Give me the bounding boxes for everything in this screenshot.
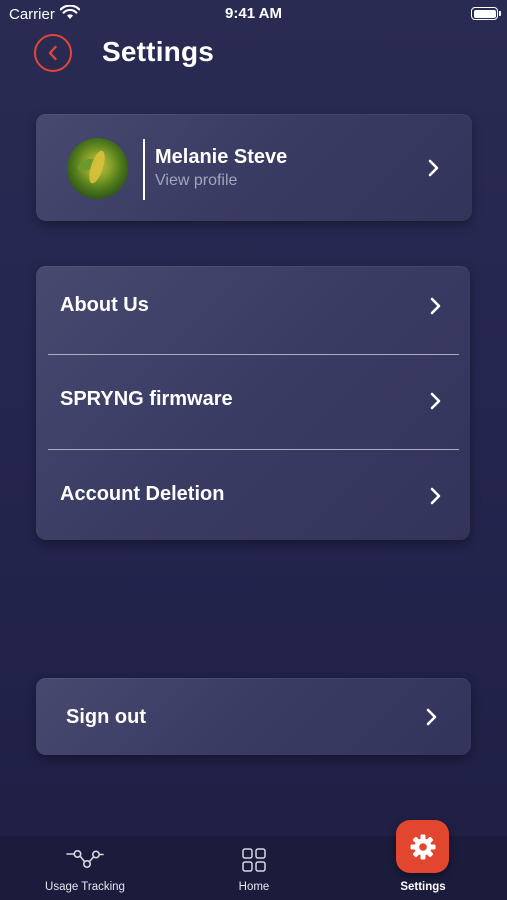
- chevron-right-icon: [430, 297, 441, 315]
- sign-out-button[interactable]: Sign out: [36, 678, 471, 755]
- menu-item-spryng-firmware[interactable]: SPRYNG firmware: [36, 355, 470, 445]
- gear-icon: [410, 834, 435, 859]
- settings-tab-bubble[interactable]: [396, 820, 449, 873]
- settings-menu-card: About Us SPRYNG firmware Account Deletio…: [36, 266, 470, 540]
- menu-item-label: About Us: [60, 294, 149, 316]
- chevron-right-icon: [428, 159, 439, 177]
- chevron-right-icon: [430, 487, 441, 505]
- tab-label: Home: [238, 881, 270, 893]
- chevron-left-icon: [48, 45, 57, 61]
- menu-item-account-deletion[interactable]: Account Deletion: [36, 450, 470, 540]
- profile-divider: [143, 139, 145, 200]
- sign-out-label: Sign out: [66, 706, 146, 728]
- back-button[interactable]: [34, 34, 72, 72]
- tab-home[interactable]: Home: [222, 836, 286, 900]
- menu-item-label: SPRYNG firmware: [60, 388, 233, 410]
- battery-icon: [471, 7, 501, 20]
- tab-label: Usage Tracking: [45, 881, 125, 893]
- chevron-right-icon: [426, 708, 437, 726]
- grid-icon: [242, 848, 266, 872]
- usage-tracking-icon: [66, 850, 104, 869]
- profile-name: Melanie Steve: [155, 146, 288, 168]
- status-time: 9:41 AM: [225, 5, 282, 22]
- menu-item-about-us[interactable]: About Us: [36, 266, 470, 356]
- menu-item-label: Account Deletion: [60, 483, 225, 505]
- page-title: Settings: [102, 36, 215, 67]
- view-profile-link: View profile: [155, 172, 238, 189]
- avatar: [67, 138, 128, 199]
- tab-usage-tracking[interactable]: Usage Tracking: [34, 836, 136, 900]
- status-bar: Carrier 9:41 AM: [0, 0, 507, 28]
- profile-card[interactable]: Melanie Steve View profile: [36, 114, 472, 221]
- tab-label: Settings: [400, 881, 446, 893]
- chevron-right-icon: [430, 392, 441, 410]
